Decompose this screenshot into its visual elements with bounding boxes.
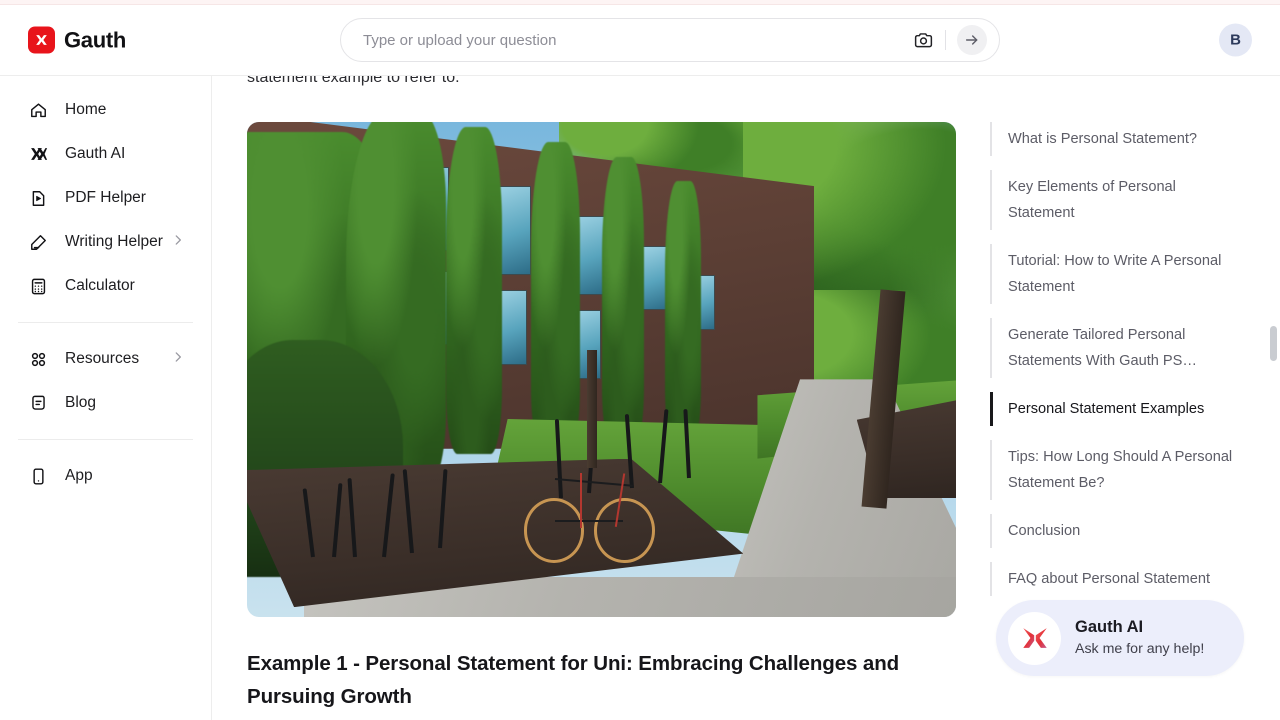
gauth-ai-icon bbox=[28, 144, 49, 165]
scrollbar-thumb[interactable] bbox=[1270, 326, 1277, 361]
toc-item[interactable]: FAQ about Personal Statement bbox=[990, 562, 1240, 596]
sidebar-label: Gauth AI bbox=[65, 145, 126, 162]
ai-widget-title: Gauth AI bbox=[1075, 618, 1144, 636]
sidebar-item-gauth-ai[interactable]: Gauth AI bbox=[0, 132, 211, 176]
sidebar-divider-1 bbox=[18, 322, 193, 323]
sidebar-item-resources[interactable]: Resources bbox=[0, 337, 211, 381]
sidebar-item-home[interactable]: Home bbox=[0, 88, 211, 132]
toc-item[interactable]: Tutorial: How to Write A Personal Statem… bbox=[990, 244, 1240, 304]
sidebar-label: App bbox=[65, 467, 93, 484]
toc-item[interactable]: Conclusion bbox=[990, 514, 1240, 548]
sidebar-label: Resources bbox=[65, 350, 140, 367]
gauth-x-gradient-icon bbox=[1008, 611, 1061, 665]
toc-item-active[interactable]: Personal Statement Examples bbox=[990, 392, 1240, 426]
photo-ivy bbox=[530, 141, 581, 449]
article-figure-image bbox=[247, 122, 956, 617]
search-divider bbox=[945, 30, 946, 50]
sidebar-item-blog[interactable]: Blog bbox=[0, 381, 211, 425]
gauth-x-logo-icon bbox=[28, 26, 55, 54]
sidebar-label: Writing Helper bbox=[65, 233, 163, 250]
toc-item[interactable]: What is Personal Statement? bbox=[990, 122, 1240, 156]
photo-bicycle-frame bbox=[580, 473, 583, 528]
mobile-phone-icon bbox=[28, 466, 49, 487]
toc-item[interactable]: Tips: How Long Should A Personal Stateme… bbox=[990, 440, 1240, 500]
sidebar-item-app[interactable]: App bbox=[0, 454, 211, 498]
toc-item[interactable]: Generate Tailored Personal Statements Wi… bbox=[990, 318, 1240, 378]
sidebar-label: Blog bbox=[65, 394, 97, 411]
user-avatar[interactable]: B bbox=[1219, 23, 1252, 57]
main-content: statement example to refer to. Example 1… bbox=[213, 76, 1280, 720]
pen-icon bbox=[28, 232, 49, 253]
document-icon bbox=[28, 393, 49, 414]
app-header: Gauth B bbox=[0, 5, 1280, 76]
ai-widget-text: Gauth AI Ask me for any help! bbox=[1075, 616, 1204, 660]
gauth-ai-chat-widget[interactable]: Gauth AI Ask me for any help! bbox=[996, 600, 1244, 676]
brand-logo[interactable]: Gauth bbox=[28, 26, 127, 54]
sidebar-item-writing-helper[interactable]: Writing Helper bbox=[0, 220, 211, 264]
sidebar-label: PDF Helper bbox=[65, 189, 146, 206]
photo-bicycle-frame bbox=[555, 520, 623, 523]
brand-name: Gauth bbox=[64, 27, 127, 52]
sidebar-item-calculator[interactable]: Calculator bbox=[0, 264, 211, 308]
toc-item[interactable]: Key Elements of Personal Statement bbox=[990, 170, 1240, 230]
left-sidebar: Home Gauth AI PDF Helper Writing Helper bbox=[0, 76, 212, 720]
home-icon bbox=[28, 100, 49, 121]
search-submit-button[interactable] bbox=[957, 25, 987, 55]
truncated-paragraph: statement example to refer to. bbox=[247, 76, 460, 86]
ai-widget-subtitle: Ask me for any help! bbox=[1075, 641, 1205, 657]
calculator-icon bbox=[28, 276, 49, 297]
photo-tree-trunk-small bbox=[587, 349, 598, 469]
photo-bicycle-wheel-rear bbox=[594, 498, 655, 563]
sidebar-item-pdf-helper[interactable]: PDF Helper bbox=[0, 176, 211, 220]
chevron-right-icon bbox=[171, 233, 185, 252]
photo-ivy bbox=[445, 126, 503, 454]
search-input[interactable] bbox=[363, 31, 910, 49]
photo-ivy bbox=[665, 181, 701, 439]
grid-icon bbox=[28, 349, 49, 370]
camera-icon[interactable] bbox=[910, 27, 936, 53]
sidebar-label: Calculator bbox=[65, 277, 135, 294]
avatar-initial: B bbox=[1230, 31, 1241, 49]
search-bar[interactable] bbox=[340, 18, 1000, 62]
sidebar-divider-2 bbox=[18, 439, 193, 440]
page-scrollbar[interactable] bbox=[1267, 76, 1280, 720]
sidebar-label: Home bbox=[65, 101, 107, 118]
article-heading: Example 1 - Personal Statement for Uni: … bbox=[247, 652, 900, 708]
pdf-file-icon bbox=[28, 188, 49, 209]
photo-bicycle-wheel-front bbox=[523, 498, 584, 563]
table-of-contents: What is Personal Statement? Key Elements… bbox=[990, 122, 1240, 610]
chevron-right-icon bbox=[171, 350, 185, 369]
photo-ivy bbox=[601, 156, 645, 444]
